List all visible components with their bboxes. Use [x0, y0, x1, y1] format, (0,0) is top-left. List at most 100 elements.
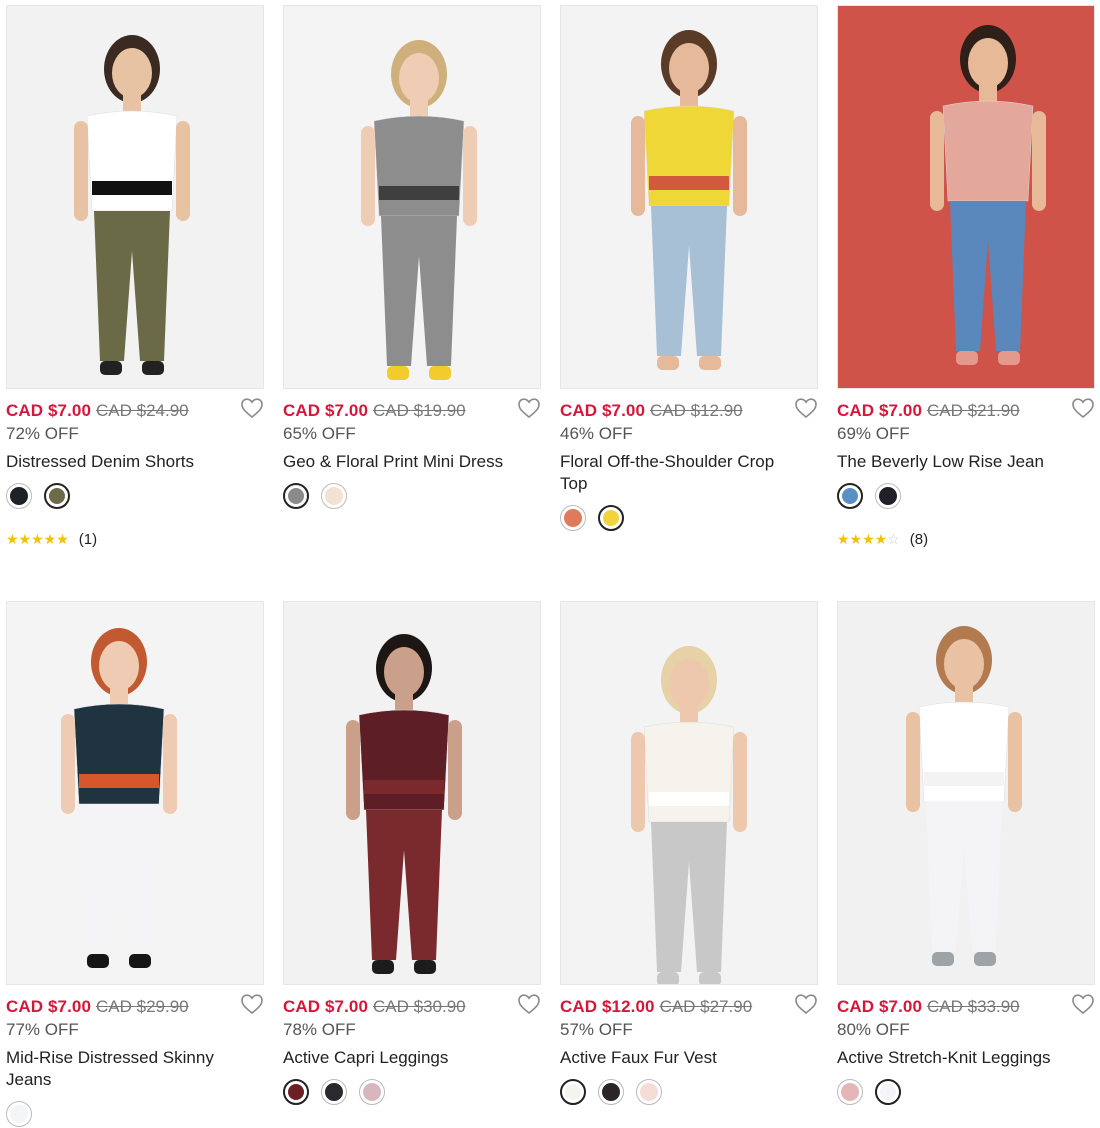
color-swatches: [560, 505, 818, 531]
wishlist-heart-icon[interactable]: [794, 397, 818, 419]
color-swatch[interactable]: [6, 483, 32, 509]
swatch-color: [880, 1084, 896, 1100]
discount-label: 69% OFF: [837, 424, 910, 443]
product-name[interactable]: The Beverly Low Rise Jean: [837, 451, 1067, 473]
color-swatch[interactable]: [598, 505, 624, 531]
color-swatch[interactable]: [875, 1079, 901, 1105]
price-row: CAD $7.00 CAD $12.90: [560, 398, 818, 423]
rating[interactable]: ★★★★★ (1): [6, 529, 264, 549]
original-price: CAD $24.90: [96, 401, 189, 420]
product-name[interactable]: Distressed Denim Shorts: [6, 451, 236, 473]
original-price: CAD $19.90: [373, 401, 466, 420]
star-rating-icon: ★★★★★: [6, 530, 69, 547]
product-card[interactable]: CAD $7.00 CAD $33.90 80% OFF Active Stret…: [837, 601, 1095, 1105]
price-row: CAD $7.00 CAD $30.90: [283, 994, 541, 1019]
original-price: CAD $29.90: [96, 997, 189, 1016]
product-name[interactable]: Floral Off-the-Shoulder Crop Top: [560, 451, 790, 495]
swatch-color: [841, 1083, 859, 1101]
original-price: CAD $30.90: [373, 997, 466, 1016]
color-swatch[interactable]: [560, 1079, 586, 1105]
swatch-color: [288, 488, 304, 504]
review-count: (1): [78, 530, 98, 548]
color-swatch[interactable]: [321, 1079, 347, 1105]
wishlist-heart-icon[interactable]: [240, 397, 264, 419]
swatch-color: [288, 1084, 304, 1100]
sale-price: CAD $7.00: [6, 997, 91, 1016]
color-swatches: [6, 1101, 264, 1127]
product-card[interactable]: CAD $12.00 CAD $27.90 57% OFF Active Faux…: [560, 601, 818, 1105]
rating[interactable]: ★★★★☆ (8): [837, 529, 1095, 549]
product-image[interactable]: [560, 601, 818, 985]
star-rating-icon: ★★★★☆: [837, 530, 900, 547]
color-swatches: [283, 483, 541, 509]
swatch-color: [10, 487, 28, 505]
swatch-color: [363, 1083, 381, 1101]
product-card[interactable]: CAD $7.00 CAD $21.90 69% OFF The Beverly …: [837, 5, 1095, 549]
product-image[interactable]: [560, 5, 818, 389]
color-swatch[interactable]: [44, 483, 70, 509]
original-price: CAD $33.90: [927, 997, 1020, 1016]
discount-label: 77% OFF: [6, 1020, 79, 1039]
price-row: CAD $7.00 CAD $24.90: [6, 398, 264, 423]
product-card[interactable]: CAD $7.00 CAD $12.90 46% OFF Floral Off-t…: [560, 5, 818, 531]
product-card[interactable]: CAD $7.00 CAD $29.90 77% OFF Mid-Rise Dis…: [6, 601, 264, 1127]
wishlist-heart-icon[interactable]: [517, 397, 541, 419]
sale-price: CAD $7.00: [837, 401, 922, 420]
color-swatch[interactable]: [6, 1101, 32, 1127]
product-image[interactable]: [6, 5, 264, 389]
discount-label: 80% OFF: [837, 1020, 910, 1039]
price-row: CAD $7.00 CAD $19.90: [283, 398, 541, 423]
swatch-color: [603, 510, 619, 526]
color-swatch[interactable]: [837, 1079, 863, 1105]
product-card[interactable]: CAD $7.00 CAD $19.90 65% OFF Geo & Floral…: [283, 5, 541, 509]
product-image[interactable]: [283, 601, 541, 985]
swatch-color: [49, 488, 65, 504]
price-row: CAD $7.00 CAD $21.90: [837, 398, 1095, 423]
swatch-color: [879, 487, 897, 505]
color-swatch[interactable]: [560, 505, 586, 531]
swatch-color: [842, 488, 858, 504]
swatch-color: [602, 1083, 620, 1101]
color-swatch[interactable]: [283, 1079, 309, 1105]
review-count: (8): [909, 530, 929, 548]
wishlist-heart-icon[interactable]: [794, 993, 818, 1015]
product-name[interactable]: Geo & Floral Print Mini Dress: [283, 451, 513, 473]
color-swatches: [837, 1079, 1095, 1105]
product-card[interactable]: CAD $7.00 CAD $24.90 72% OFF Distressed D…: [6, 5, 264, 549]
wishlist-heart-icon[interactable]: [517, 993, 541, 1015]
discount-label: 65% OFF: [283, 424, 356, 443]
original-price: CAD $21.90: [927, 401, 1020, 420]
color-swatch[interactable]: [283, 483, 309, 509]
product-name[interactable]: Active Capri Leggings: [283, 1047, 513, 1069]
product-image[interactable]: [6, 601, 264, 985]
product-image[interactable]: [837, 5, 1095, 389]
product-card[interactable]: CAD $7.00 CAD $30.90 78% OFF Active Capri…: [283, 601, 541, 1105]
product-name[interactable]: Active Faux Fur Vest: [560, 1047, 790, 1069]
product-name[interactable]: Mid-Rise Distressed Skinny Jeans: [6, 1047, 236, 1091]
product-image[interactable]: [283, 5, 541, 389]
swatch-color: [640, 1083, 658, 1101]
swatch-color: [325, 1083, 343, 1101]
price-row: CAD $7.00 CAD $29.90: [6, 994, 264, 1019]
color-swatches: [837, 483, 1095, 509]
original-price: CAD $27.90: [659, 997, 753, 1016]
color-swatch[interactable]: [598, 1079, 624, 1105]
sale-price: CAD $7.00: [837, 997, 922, 1016]
price-row: CAD $7.00 CAD $33.90: [837, 994, 1095, 1019]
product-name[interactable]: Active Stretch-Knit Leggings: [837, 1047, 1067, 1069]
sale-price: CAD $12.00: [560, 997, 655, 1016]
wishlist-heart-icon[interactable]: [1071, 397, 1095, 419]
color-swatch[interactable]: [875, 483, 901, 509]
sale-price: CAD $7.00: [6, 401, 91, 420]
swatch-color: [325, 487, 343, 505]
wishlist-heart-icon[interactable]: [240, 993, 264, 1015]
color-swatch[interactable]: [359, 1079, 385, 1105]
swatch-color: [10, 1105, 28, 1123]
sale-price: CAD $7.00: [283, 401, 368, 420]
product-image[interactable]: [837, 601, 1095, 985]
wishlist-heart-icon[interactable]: [1071, 993, 1095, 1015]
color-swatches: [283, 1079, 541, 1105]
color-swatch[interactable]: [321, 483, 347, 509]
color-swatch[interactable]: [636, 1079, 662, 1105]
color-swatch[interactable]: [837, 483, 863, 509]
